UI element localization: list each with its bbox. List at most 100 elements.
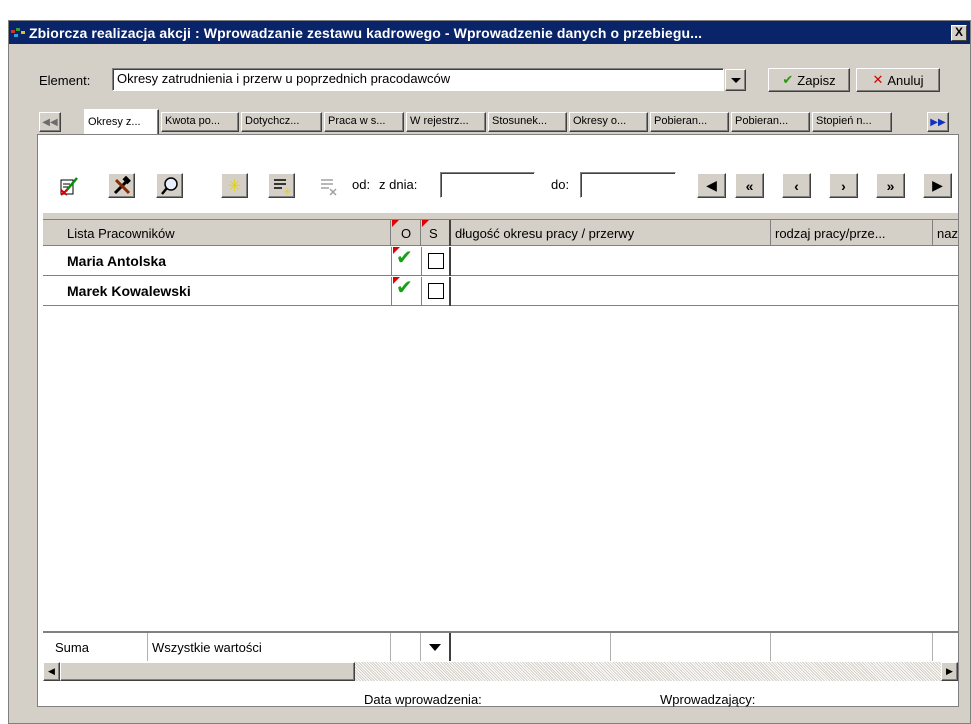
flag-marker-icon xyxy=(392,220,399,227)
tab-strip: ◀◀ Okresy z... Kwota po... Dotychcz... P… xyxy=(39,109,959,135)
previous-record-button[interactable]: ‹ xyxy=(782,173,811,198)
chevron-down-icon xyxy=(429,643,441,651)
employee-name: Maria Antolska xyxy=(67,253,167,269)
tab-item[interactable]: Okresy o... xyxy=(569,112,648,132)
app-icon xyxy=(11,27,25,37)
column-header-name-truncated[interactable]: naz xyxy=(933,220,958,246)
s-cell[interactable] xyxy=(421,247,451,276)
edit-document-button[interactable] xyxy=(55,173,82,198)
tabs-scroll-left-button[interactable]: ◀◀ xyxy=(39,112,61,132)
chevron-left-icon: ‹ xyxy=(794,177,799,194)
column-header-s[interactable]: S xyxy=(421,220,451,246)
element-row: Element: xyxy=(39,69,90,91)
tab-item[interactable]: W rejestrz... xyxy=(406,112,486,132)
edit-document-icon xyxy=(59,176,78,196)
column-header-period-length[interactable]: długość okresu pracy / przerwy xyxy=(451,220,771,246)
cancel-button[interactable]: ✕ Anuluj xyxy=(856,68,940,92)
last-record-button[interactable]: ▶ xyxy=(923,173,952,198)
tab-item[interactable]: Pobieran... xyxy=(731,112,810,132)
double-chevron-left-icon: ◀◀ xyxy=(42,116,58,128)
column-header-name[interactable]: Lista Pracowników xyxy=(43,220,391,246)
triangle-left-icon: ◀ xyxy=(706,177,717,193)
tabs-scroll-right-button[interactable]: ▶▶ xyxy=(927,112,949,132)
first-record-button[interactable]: ◀ xyxy=(697,173,726,198)
table-row[interactable]: Marek Kowalewski ✔ xyxy=(43,277,958,306)
new-record-button[interactable]: ✳ xyxy=(221,173,248,198)
summary-cell xyxy=(771,633,933,661)
scroll-right-button[interactable]: ▶ xyxy=(941,662,958,681)
delete-row-button[interactable] xyxy=(315,173,342,198)
filter-dropdown-button[interactable] xyxy=(421,633,451,661)
column-header-label: długość okresu pracy / przerwy xyxy=(455,225,635,241)
flag-marker-icon xyxy=(422,220,429,227)
column-header-label: S xyxy=(429,225,438,241)
title-bar[interactable]: Zbiorcza realizacja akcji : Wprowadzanie… xyxy=(9,21,970,44)
search-icon xyxy=(160,176,178,195)
tab-panel: ✳ ✳ od: z dnia: do: ◀ « ‹ › » ▶ Lista Pr… xyxy=(37,134,959,707)
checkmark-icon: ✔ xyxy=(396,247,413,269)
summary-cell xyxy=(451,633,611,661)
next-record-button[interactable]: › xyxy=(829,173,858,198)
horizontal-scrollbar[interactable]: ◀ ▶ xyxy=(43,662,958,681)
summary-row: Suma Wszystkie wartości xyxy=(43,631,958,661)
tab-item[interactable]: Stopień n... xyxy=(812,112,892,132)
to-label: do: xyxy=(551,177,570,192)
table-row[interactable]: Maria Antolska ✔ xyxy=(43,247,958,276)
s-cell[interactable] xyxy=(421,277,451,306)
s-checkbox[interactable] xyxy=(428,283,444,299)
save-button[interactable]: ✔ Zapisz xyxy=(768,68,850,92)
add-row-icon: ✳ xyxy=(273,178,291,196)
checkmark-icon: ✔ xyxy=(782,72,794,87)
column-header-work-type[interactable]: rodzaj pracy/prze... xyxy=(771,220,933,246)
filter-select[interactable]: Wszystkie wartości xyxy=(148,633,391,661)
to-date-input[interactable] xyxy=(580,172,676,198)
svg-text:✳: ✳ xyxy=(283,187,291,196)
o-cell[interactable]: ✔ xyxy=(391,277,421,306)
next-page-button[interactable]: » xyxy=(876,173,905,198)
column-header-label: naz xyxy=(937,225,958,241)
employee-name: Marek Kowalewski xyxy=(67,283,191,299)
chevron-right-icon: › xyxy=(841,177,846,194)
double-chevron-right-icon: ▶▶ xyxy=(930,116,946,128)
double-chevron-left-icon: « xyxy=(745,177,754,194)
cross-icon: ✕ xyxy=(872,72,884,87)
tab-item[interactable]: Praca w s... xyxy=(324,112,404,132)
scroll-left-button[interactable]: ◀ xyxy=(43,662,60,681)
element-label: Element: xyxy=(39,72,91,88)
column-header-label: Lista Pracowników xyxy=(67,225,175,241)
s-checkbox[interactable] xyxy=(428,253,444,269)
close-button[interactable]: X xyxy=(951,24,967,41)
element-select[interactable]: Okresy zatrudnienia i przerw u poprzedni… xyxy=(112,68,724,91)
star-icon: ✳ xyxy=(227,177,242,195)
column-header-o[interactable]: O xyxy=(391,220,421,246)
tab-item[interactable]: Okresy z... xyxy=(84,109,159,135)
add-row-button[interactable]: ✳ xyxy=(268,173,295,198)
previous-page-button[interactable]: « xyxy=(735,173,764,198)
tab-item[interactable]: Pobieran... xyxy=(650,112,729,132)
entered-by-label: Wprowadzający: xyxy=(660,692,756,707)
from-label: od: xyxy=(352,177,371,192)
tab-item[interactable]: Kwota po... xyxy=(161,112,239,132)
cancel-label: Anuluj xyxy=(887,72,924,88)
window-title: Zbiorcza realizacja akcji : Wprowadzanie… xyxy=(29,24,703,41)
tab-item[interactable]: Stosunek... xyxy=(488,112,567,132)
summary-o-cell xyxy=(391,633,421,661)
search-button[interactable] xyxy=(156,173,183,198)
triangle-right-icon: ▶ xyxy=(932,177,943,193)
triangle-left-icon: ◀ xyxy=(48,666,55,676)
checkmark-icon: ✔ xyxy=(396,277,413,299)
scroll-thumb[interactable] xyxy=(60,662,355,681)
dialog-window: Zbiorcza realizacja akcji : Wprowadzanie… xyxy=(8,20,971,724)
o-cell[interactable]: ✔ xyxy=(391,247,421,276)
from-date-label: z dnia: xyxy=(379,177,418,192)
tab-item[interactable]: Dotychcz... xyxy=(241,112,322,132)
from-date-input[interactable] xyxy=(440,172,535,198)
column-header-label: O xyxy=(401,225,412,241)
summary-cell xyxy=(611,633,771,661)
entry-date-label: Data wprowadzenia: xyxy=(364,692,482,707)
tools-icon xyxy=(113,175,131,194)
element-dropdown-button[interactable] xyxy=(725,69,746,91)
grid-group-strip xyxy=(43,213,958,220)
grid-header: Lista Pracowników O S długość okresu pra… xyxy=(43,220,958,246)
tools-button[interactable] xyxy=(108,173,135,198)
